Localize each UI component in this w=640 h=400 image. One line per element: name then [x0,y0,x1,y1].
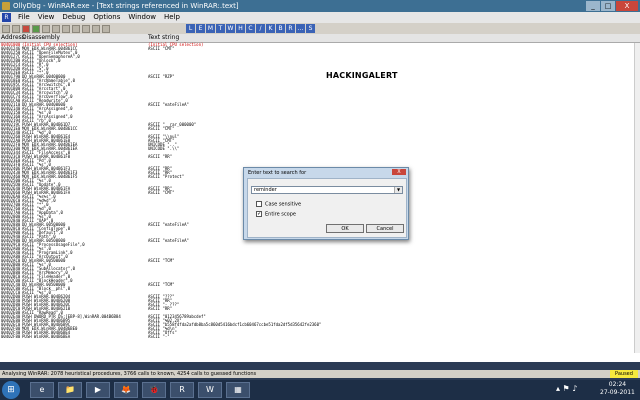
window-titlebar[interactable]: OllyDbg - WinRAR.exe - [Text strings ref… [0,0,640,12]
dialog-body: reminder ▼ Case sensitive ✔ Entire scope … [247,178,407,238]
minimize-button[interactable]: _ [586,1,600,11]
trace-over-icon[interactable] [82,24,90,33]
step-over-icon[interactable] [62,24,70,33]
row-disassembly: PUSH WinRAR.004B6BEA [22,334,71,339]
letter-button-more[interactable]: ... [296,24,305,33]
row-address: 00402F80 [1,334,21,339]
menu-file[interactable]: File [14,12,34,23]
menu-view[interactable]: View [34,12,59,23]
letter-button-c[interactable]: C [246,24,255,33]
chevron-down-icon[interactable]: ▼ [394,187,402,193]
entire-scope-label: Entire scope [265,211,296,218]
menu-debug[interactable]: Debug [58,12,89,23]
window-letter-buttons: L E M T W H C / K B R ... S [186,24,316,33]
restart-icon[interactable] [12,24,20,33]
watermark: HACKINGALERT [326,71,398,80]
goto-icon[interactable] [102,24,110,33]
pause-icon[interactable] [42,24,50,33]
row-text-string: ASCII "-" [148,334,170,339]
search-input-value: reminder [254,187,277,193]
checkbox-box[interactable]: ✔ [256,211,262,217]
clock[interactable]: 02:24 27-09-2011 [600,381,635,397]
open-icon[interactable] [2,24,10,33]
execute-till-return-icon[interactable] [92,24,100,33]
vertical-scrollbar[interactable] [634,43,640,353]
dialog-close-button[interactable]: X [392,169,406,175]
letter-button-b[interactable]: B [276,24,285,33]
case-sensitive-checkbox[interactable]: Case sensitive [256,201,301,208]
window-title: OllyDbg - WinRAR.exe - [Text strings ref… [13,2,239,10]
letter-button-r[interactable]: R [286,24,295,33]
letter-button-t[interactable]: T [216,24,225,33]
menu-options[interactable]: Options [89,12,124,23]
taskbar-winrar-icon[interactable]: R [170,382,194,398]
app-icon [2,2,10,10]
maximize-button[interactable]: □ [601,1,615,11]
status-bar: Analysing WinRAR: 2078 heuristical proce… [0,370,640,378]
entire-scope-checkbox[interactable]: ✔ Entire scope [256,211,296,218]
status-message: Analysing WinRAR: 2078 heuristical proce… [2,371,257,377]
column-text-string[interactable]: Text string [148,34,179,42]
letter-button-l[interactable]: L [186,24,195,33]
search-input[interactable]: reminder ▼ [251,186,403,194]
table-row[interactable]: 00402F80 PUSH WinRAR.004B6BEA ASCII "-" [0,335,640,339]
letter-button-k[interactable]: K [266,24,275,33]
run-icon[interactable] [32,24,40,33]
letter-button-m[interactable]: M [206,24,215,33]
letter-button-w[interactable]: W [226,24,235,33]
menu-help[interactable]: Help [160,12,184,23]
search-dialog: Enter text to search for X reminder ▼ Ca… [243,167,409,240]
dialog-title: Enter text to search for [248,170,307,176]
case-sensitive-label: Case sensitive [265,201,302,208]
window-controls: _ □ X [586,1,638,11]
taskbar-ollydbg-icon[interactable]: 🐞 [142,382,166,398]
status-badge: Paused [610,370,638,378]
letter-button-s[interactable]: S [306,24,315,33]
cancel-button[interactable]: Cancel [366,224,404,233]
ok-button[interactable]: OK [326,224,364,233]
menu-bar: R File View Debug Options Window Help [0,12,640,23]
taskbar: ⊞ e 📁 ▶ 🦊 🐞 R W ▦ ▴ ⚑ ♪ 02:24 27-09-2011 [0,380,640,400]
taskbar-app-icon[interactable]: ▦ [226,382,250,398]
taskbar-ie-icon[interactable]: e [30,382,54,398]
clock-date: 27-09-2011 [600,389,635,396]
menu-window[interactable]: Window [124,12,160,23]
start-button[interactable]: ⊞ [2,381,20,399]
close-process-icon[interactable] [22,24,30,33]
taskbar-word-icon[interactable]: W [198,382,222,398]
step-into-icon[interactable] [52,24,60,33]
taskbar-explorer-icon[interactable]: 📁 [58,382,82,398]
taskbar-media-player-icon[interactable]: ▶ [86,382,110,398]
olly-logo-icon: R [2,13,11,22]
close-button[interactable]: X [616,1,638,11]
letter-button-slash[interactable]: / [256,24,265,33]
trace-into-icon[interactable] [72,24,80,33]
column-disassembly[interactable]: Disassembly [22,34,60,42]
system-tray-icons[interactable]: ▴ ⚑ ♪ [556,384,577,393]
clock-time: 02:24 [608,381,627,388]
checkbox-box[interactable] [256,201,262,207]
toolbar: L E M T W H C / K B R ... S [0,23,640,34]
letter-button-h[interactable]: H [236,24,245,33]
letter-button-e[interactable]: E [196,24,205,33]
column-header: Address Disassembly Text string [0,34,640,43]
taskbar-firefox-icon[interactable]: 🦊 [114,382,138,398]
